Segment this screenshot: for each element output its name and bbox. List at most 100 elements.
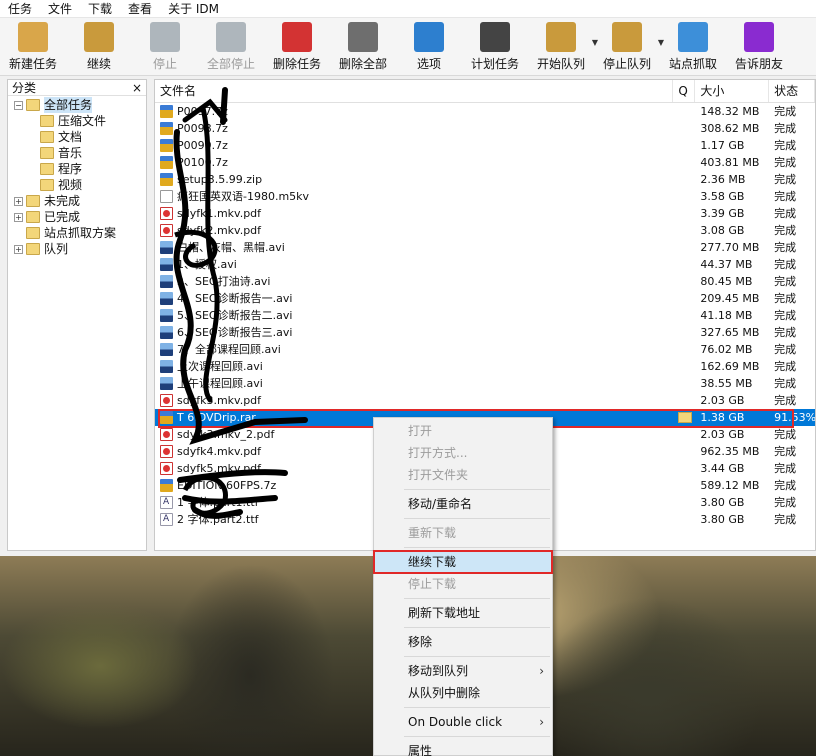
queue-cell	[673, 171, 695, 188]
sidebar-header: 分类 ×	[8, 80, 146, 96]
column-header-queue[interactable]: Q	[673, 80, 696, 102]
toolbar-button-0[interactable]: 新建任务	[0, 22, 66, 72]
table-row[interactable]: 上午课程回顾.avi 38.55 MB 完成	[155, 375, 815, 392]
table-row[interactable]: 6、SEO诊断报告三.avi 327.65 MB 完成	[155, 324, 815, 341]
tree-node[interactable]: 文档	[8, 129, 146, 145]
context-menu-item[interactable]: 移动/重命名	[374, 493, 552, 515]
context-menu-item[interactable]: 刷新下载地址	[374, 602, 552, 624]
table-row[interactable]: 2、SEO打油诗.avi 80.45 MB 完成	[155, 273, 815, 290]
file-type-icon	[160, 445, 173, 458]
file-name-cell: P0097.7z	[155, 103, 673, 120]
context-menu-item[interactable]: 从队列中删除	[374, 682, 552, 704]
stop-icon	[150, 22, 180, 52]
menu-item-4[interactable]: 关于 IDM	[160, 0, 227, 18]
file-name: sdyfk3.mkv.pdf	[177, 394, 262, 407]
status-cell: 完成	[774, 479, 797, 492]
collapse-icon[interactable]: −	[14, 100, 23, 110]
table-row[interactable]: sdyfk1.mkv.pdf 3.39 GB 完成	[155, 205, 815, 222]
new-task-icon	[18, 22, 48, 52]
sidebar-close-button[interactable]: ×	[132, 80, 142, 95]
file-name: 7、全部课程回顾.avi	[177, 343, 281, 356]
tree-node[interactable]: 站点抓取方案	[8, 225, 146, 241]
queue-folder-icon	[678, 412, 693, 423]
tree-label: 文档	[58, 130, 83, 144]
file-name-cell: P0100.7z	[155, 154, 673, 171]
column-header-name[interactable]: 文件名	[155, 80, 674, 102]
file-name: 5、SEO诊断报告二.avi	[177, 309, 293, 322]
context-menu-label: 移动/重命名	[408, 497, 473, 511]
table-row[interactable]: sdyfk2.mkv.pdf 3.08 GB 完成	[155, 222, 815, 239]
table-row[interactable]: 上次课程回顾.avi 162.69 MB 完成	[155, 358, 815, 375]
column-header-size[interactable]: 大小	[695, 80, 770, 102]
table-row[interactable]: P0098.7z 308.62 MB 完成	[155, 120, 815, 137]
tree-node[interactable]: + 已完成	[8, 209, 146, 225]
file-name-cell: 上午课程回顾.avi	[155, 375, 673, 392]
file-name: 上午课程回顾.avi	[177, 377, 263, 390]
toolbar-button-3[interactable]: 全部停止	[198, 22, 264, 72]
status-cell: 完成	[774, 343, 797, 356]
tree-node[interactable]: 视频	[8, 177, 146, 193]
toolbar-button-9[interactable]: 停止队列 ▼	[594, 22, 664, 72]
toolbar-button-10[interactable]: 站点抓取	[660, 22, 726, 72]
delete-all-icon	[348, 22, 378, 52]
tree-node[interactable]: + 队列	[8, 241, 146, 257]
file-type-icon	[160, 156, 173, 169]
file-name-cell: 1、授权.avi	[155, 256, 673, 273]
context-menu-item[interactable]: 继续下载	[373, 550, 553, 574]
site-grabber-icon	[678, 22, 708, 52]
size-cell: 327.65 MB	[700, 326, 760, 339]
options-icon	[414, 22, 444, 52]
table-row[interactable]: 疯狂国英双语-1980.m5kv 3.58 GB 完成	[155, 188, 815, 205]
table-row[interactable]: P0100.7z 403.81 MB 完成	[155, 154, 815, 171]
file-type-icon	[160, 173, 173, 186]
tree-node[interactable]: 音乐	[8, 145, 146, 161]
menu-item-2[interactable]: 下载	[80, 0, 120, 18]
toolbar-button-2[interactable]: 停止	[132, 22, 198, 72]
table-row[interactable]: sdyfk3.mkv.pdf 2.03 GB 完成	[155, 392, 815, 409]
context-menu-label: 重新下载	[408, 526, 457, 540]
menu-item-0[interactable]: 任务	[0, 0, 40, 18]
table-row[interactable]: P0099.7z 1.17 GB 完成	[155, 137, 815, 154]
file-name: 4、SEO诊断报告一.avi	[177, 292, 293, 305]
toolbar-button-6[interactable]: 选项	[396, 22, 462, 72]
toolbar-button-5[interactable]: 删除全部	[330, 22, 396, 72]
tree-node[interactable]: 程序	[8, 161, 146, 177]
tell-friend-icon	[744, 22, 774, 52]
toolbar-button-7[interactable]: 计划任务	[462, 22, 528, 72]
table-row[interactable]: 7、全部课程回顾.avi 76.02 MB 完成	[155, 341, 815, 358]
context-menu-item[interactable]: 属性	[374, 740, 552, 756]
expand-icon[interactable]: +	[14, 212, 23, 222]
start-queue-icon	[546, 22, 576, 52]
toolbar-button-11[interactable]: 告诉朋友	[726, 22, 792, 72]
tree-node[interactable]: 压缩文件	[8, 113, 146, 129]
context-menu-item: 打开方式...	[374, 442, 552, 464]
toolbar-button-1[interactable]: 继续	[66, 22, 132, 72]
context-menu-item[interactable]: On Double click ›	[374, 711, 552, 733]
table-row[interactable]: P0097.7z 148.32 MB 完成	[155, 103, 815, 120]
toolbar-label: 新建任务	[8, 57, 57, 71]
table-row[interactable]: 1、授权.avi 44.37 MB 完成	[155, 256, 815, 273]
queue-cell	[673, 409, 695, 426]
expand-icon[interactable]: +	[14, 244, 23, 254]
table-row[interactable]: 5、SEO诊断报告二.avi 41.18 MB 完成	[155, 307, 815, 324]
table-row[interactable]: setup3.5.99.zip 2.36 MB 完成	[155, 171, 815, 188]
tree-node[interactable]: − 全部任务	[8, 97, 146, 113]
status-cell: 完成	[774, 275, 797, 288]
file-name: sdyfk4.mkv.pdf	[177, 445, 262, 458]
queue-cell	[673, 273, 695, 290]
menu-separator	[404, 547, 550, 548]
table-row[interactable]: 4、SEO诊断报告一.avi 209.45 MB 完成	[155, 290, 815, 307]
toolbar-button-4[interactable]: 删除任务	[264, 22, 330, 72]
context-menu-item[interactable]: 移除	[374, 631, 552, 653]
toolbar-button-8[interactable]: 开始队列 ▼	[528, 22, 598, 72]
expand-icon[interactable]: +	[14, 196, 23, 206]
menu-item-1[interactable]: 文件	[40, 0, 80, 18]
file-type-icon	[160, 377, 173, 390]
context-menu-item[interactable]: 移动到队列 ›	[374, 660, 552, 682]
status-cell: 91.53%	[774, 411, 815, 424]
tree-node[interactable]: + 未完成	[8, 193, 146, 209]
table-row[interactable]: 白帽、灰帽、黑帽.avi 277.70 MB 完成	[155, 239, 815, 256]
menu-item-3[interactable]: 查看	[120, 0, 160, 18]
column-header-status[interactable]: 状态	[769, 80, 815, 102]
file-type-icon	[160, 224, 173, 237]
